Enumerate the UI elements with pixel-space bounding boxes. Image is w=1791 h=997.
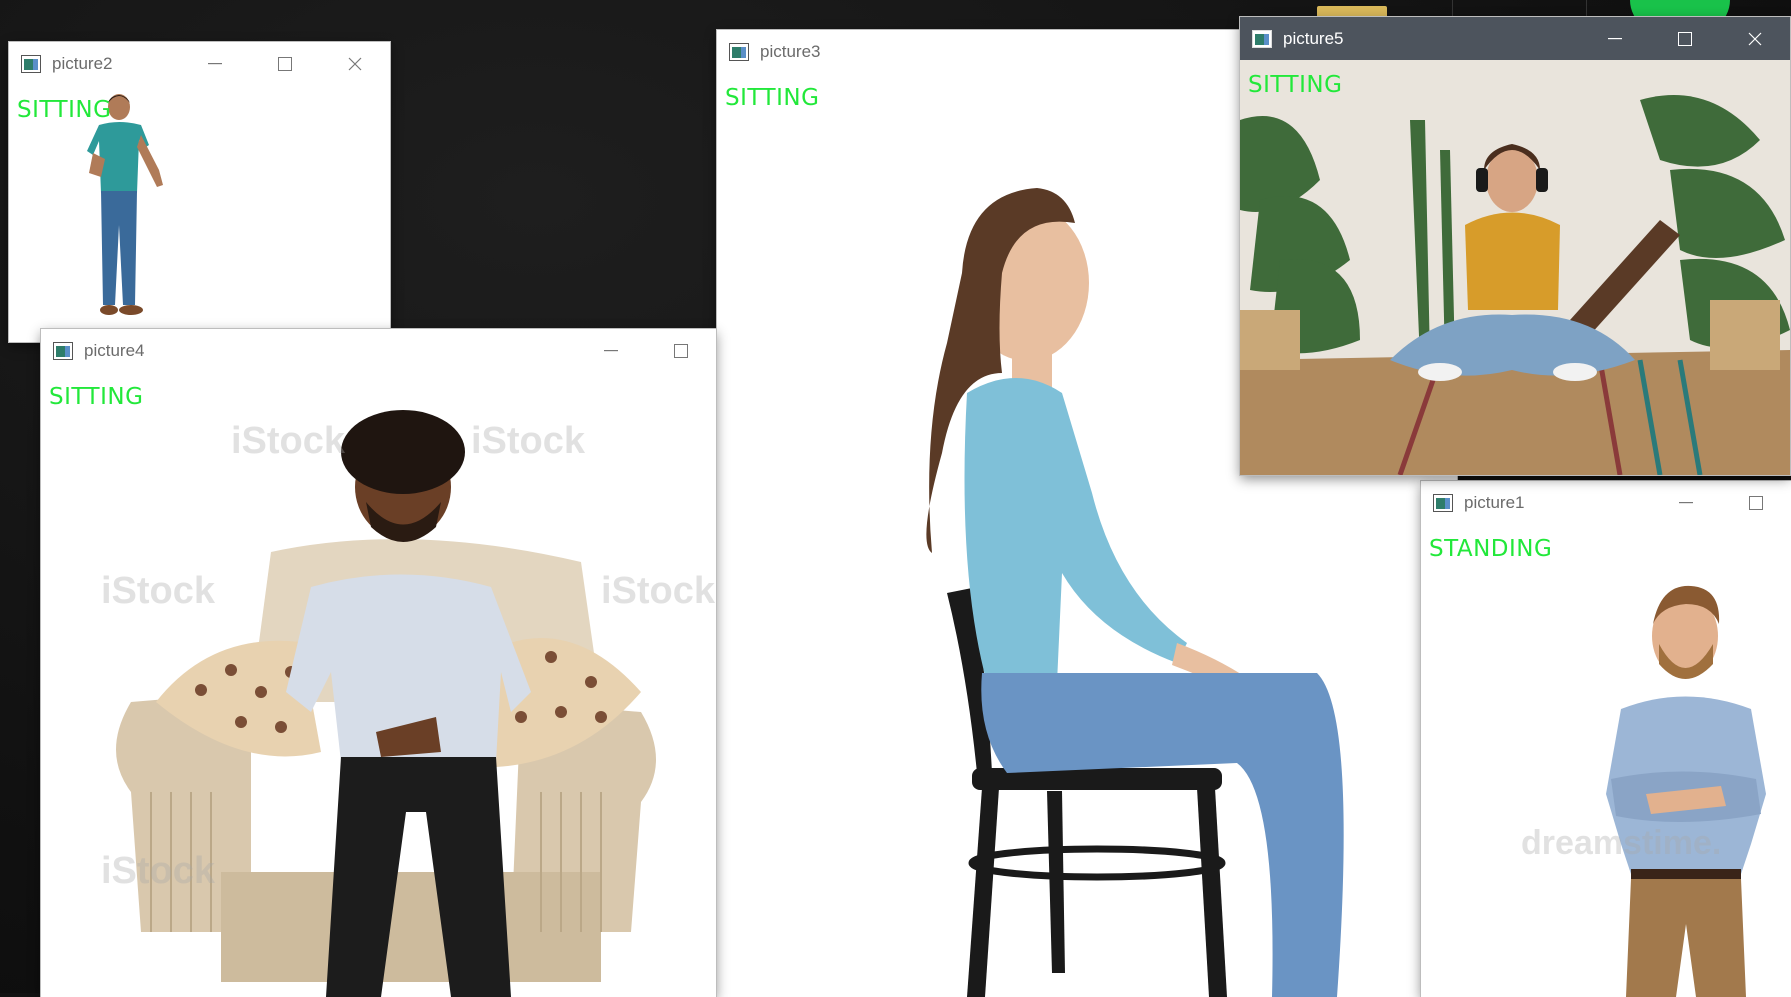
image-canvas: SITTING bbox=[41, 372, 716, 997]
minimize-icon bbox=[1679, 501, 1693, 503]
maximize-icon bbox=[1749, 495, 1763, 510]
minimize-icon bbox=[208, 62, 222, 64]
minimize-icon bbox=[1608, 37, 1622, 39]
titlebar[interactable]: picture1 bbox=[1421, 481, 1791, 524]
window-picture1[interactable]: picture1 STANDING dreamstime. bbox=[1421, 481, 1791, 997]
window-title: picture2 bbox=[52, 53, 113, 73]
window-app-icon bbox=[1433, 493, 1453, 512]
minimize-button[interactable] bbox=[576, 329, 646, 372]
close-button[interactable] bbox=[1720, 17, 1790, 60]
pose-label: STANDING bbox=[1429, 536, 1553, 562]
watermark: iStock bbox=[471, 420, 586, 462]
window-title: picture1 bbox=[1464, 492, 1525, 512]
window-app-icon bbox=[21, 54, 41, 73]
maximize-button[interactable] bbox=[1650, 17, 1720, 60]
pose-label: SITTING bbox=[17, 97, 112, 123]
watermark: iStock bbox=[101, 570, 216, 612]
maximize-button[interactable] bbox=[1721, 481, 1791, 524]
window-app-icon bbox=[729, 42, 749, 61]
pose-label: SITTING bbox=[725, 85, 820, 111]
image-canvas: SITTING bbox=[1240, 60, 1790, 475]
pose-label: SITTING bbox=[1248, 72, 1343, 98]
maximize-icon bbox=[1678, 31, 1692, 46]
window-app-icon bbox=[1252, 29, 1272, 48]
window-title: picture4 bbox=[84, 340, 145, 360]
titlebar[interactable]: picture5 bbox=[1240, 17, 1790, 60]
maximize-button[interactable] bbox=[250, 42, 320, 85]
photo-man-standing-arms-crossed bbox=[1606, 585, 1766, 997]
maximize-button[interactable] bbox=[646, 329, 716, 372]
window-app-icon bbox=[53, 341, 73, 360]
minimize-button[interactable] bbox=[180, 42, 250, 85]
image-canvas: SITTING bbox=[9, 85, 390, 342]
minimize-button[interactable] bbox=[1580, 17, 1650, 60]
photo-man-sitting-armchair bbox=[116, 410, 656, 997]
titlebar[interactable]: picture2 bbox=[9, 42, 390, 85]
maximize-icon bbox=[674, 343, 688, 358]
window-title: picture5 bbox=[1283, 28, 1344, 48]
photo-woman-headphones-plants bbox=[1240, 60, 1790, 475]
watermark: iStock bbox=[101, 850, 216, 892]
watermark: iStock bbox=[601, 570, 716, 612]
window-picture5[interactable]: picture5 SITTING bbox=[1240, 17, 1790, 475]
minimize-button[interactable] bbox=[1651, 481, 1721, 524]
close-icon bbox=[1748, 32, 1762, 45]
maximize-icon bbox=[278, 56, 292, 71]
close-icon bbox=[348, 57, 362, 70]
watermark: iStock bbox=[231, 420, 346, 462]
window-picture4[interactable]: picture4 SITTING iStock iStock iStock iS… bbox=[41, 329, 716, 997]
window-picture2[interactable]: picture2 SITTING bbox=[9, 42, 390, 342]
image-canvas: STANDING dreamstime. bbox=[1421, 524, 1791, 997]
watermark: dreamstime. bbox=[1521, 824, 1722, 862]
titlebar[interactable]: picture4 bbox=[41, 329, 716, 372]
pose-label: SITTING bbox=[49, 384, 144, 410]
close-button[interactable] bbox=[320, 42, 390, 85]
photo-standing-man-teal-shirt bbox=[87, 94, 163, 315]
minimize-icon bbox=[604, 349, 618, 351]
